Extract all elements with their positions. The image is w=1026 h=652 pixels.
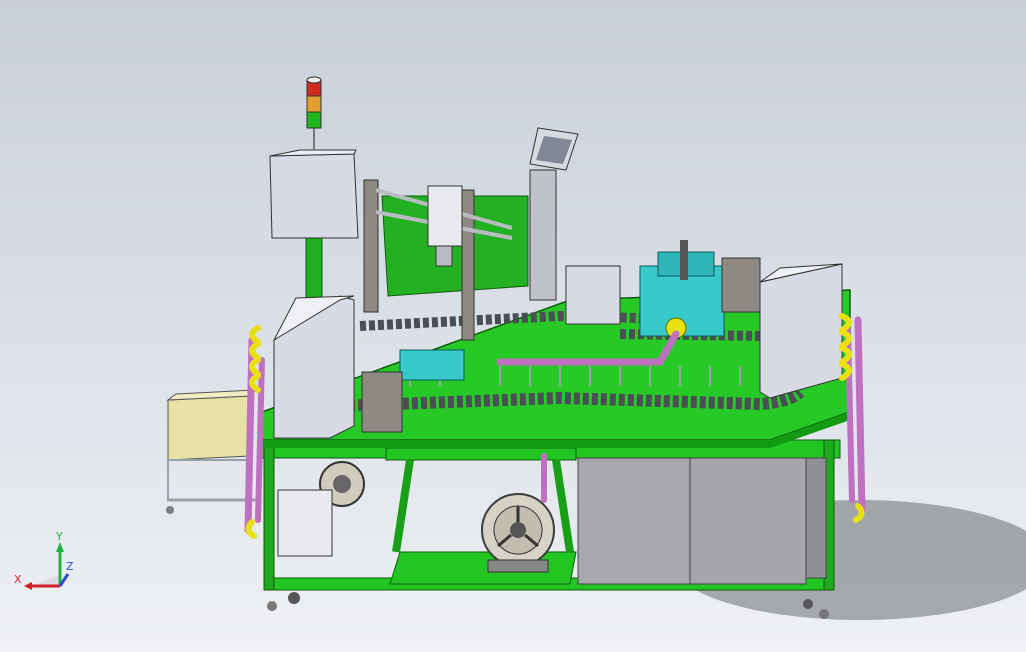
triad-graphic: X Y Z <box>14 530 74 590</box>
gripper-unit-icon <box>361 371 403 433</box>
signal-tower-icon <box>306 76 322 150</box>
axis-triad: X Y Z <box>12 528 82 600</box>
control-box-icon <box>269 149 359 299</box>
upright-post-icon <box>363 179 379 313</box>
machine-3d-model[interactable] <box>0 0 1026 652</box>
cad-viewport[interactable]: X Y Z <box>0 0 1026 652</box>
x-axis-label: X <box>14 573 22 586</box>
z-axis-label: Z <box>66 560 74 573</box>
y-axis-label: Y <box>55 530 63 543</box>
right-cover-icon <box>759 263 843 399</box>
gray-cabinet-icon <box>577 457 827 585</box>
